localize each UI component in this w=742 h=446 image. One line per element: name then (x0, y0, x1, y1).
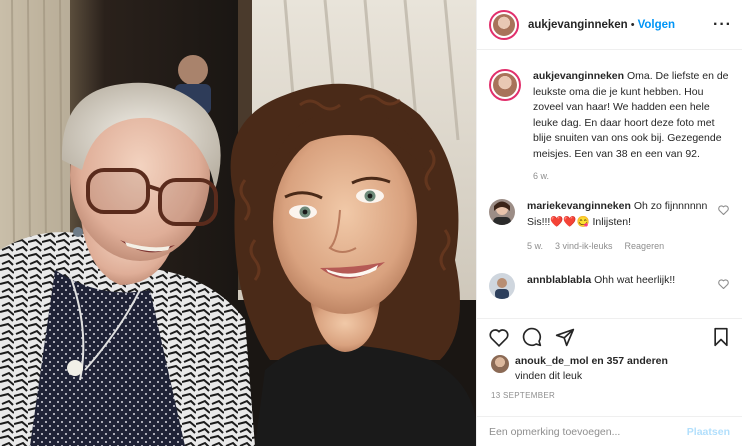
post-sidebar: aukjevanginneken • Volgen ··· aukjevangi… (476, 0, 742, 446)
post-comment-button[interactable]: Plaatsen (687, 426, 730, 438)
selfie-image (0, 0, 476, 446)
comment-text: annblablabla Ohh wat heerlijk!! (527, 273, 718, 289)
comment-age[interactable]: 5 w. (527, 239, 543, 255)
comment-likes[interactable]: 3 vind-ik-leuks (555, 239, 613, 255)
author-username[interactable]: aukjevanginneken (528, 19, 628, 31)
follow-button[interactable]: Volgen (638, 19, 675, 31)
post-photo[interactable] (0, 0, 476, 446)
add-comment-bar: Plaatsen (477, 416, 742, 446)
comment-like-heart-icon[interactable] (718, 278, 730, 299)
caption-body: Oma. De liefste en de leukste oma die je… (533, 70, 729, 160)
action-bar (477, 318, 742, 358)
caption: aukjevanginneken Oma. De liefste en de l… (489, 51, 730, 181)
liker-username[interactable]: anouk_de_mol (515, 355, 589, 367)
comment-username[interactable]: mariekevanginneken (527, 200, 631, 212)
comment-item: mariekevanginneken Oh zo fijnnnnnn Sis!!… (489, 199, 730, 255)
post-date[interactable]: 13 SEPTEMBER (491, 391, 555, 400)
separator-dot: • (630, 18, 635, 31)
comment-body: Ohh wat heerlijk!! (594, 273, 676, 286)
caption-age[interactable]: 6 w. (533, 171, 730, 181)
share-send-icon[interactable] (555, 327, 575, 350)
caption-username[interactable]: aukjevanginneken (533, 70, 624, 82)
caption-text: aukjevanginneken Oma. De liefste en de l… (533, 69, 730, 162)
comment-avatar[interactable] (489, 199, 515, 225)
reply-button[interactable]: Reageren (625, 239, 665, 255)
post-header: aukjevanginneken • Volgen ··· (477, 0, 742, 50)
comment-meta: 5 w. 3 vind-ik-leuks Reageren (527, 239, 718, 255)
author-avatar[interactable] (489, 9, 519, 40)
comment-avatar[interactable] (489, 272, 515, 299)
liker-avatar[interactable] (491, 355, 509, 373)
likes-summary: anouk_de_mol en 357 anderen vinden dit l… (491, 354, 732, 384)
comment-input[interactable] (489, 425, 687, 438)
more-horizontal-icon[interactable]: ··· (713, 16, 732, 34)
comment-item: annblablabla Ohh wat heerlijk!! (489, 272, 730, 299)
caption-avatar[interactable] (489, 69, 521, 101)
comments-list[interactable]: aukjevanginneken Oma. De liefste en de l… (477, 51, 742, 317)
likes-suffix: vinden dit leuk (515, 370, 583, 382)
comment-bubble-icon[interactable] (522, 327, 542, 350)
comment-text: mariekevanginneken Oh zo fijnnnnnn Sis!!… (527, 199, 718, 230)
save-bookmark-icon[interactable] (712, 327, 730, 350)
comment-like-heart-icon[interactable] (718, 205, 730, 255)
likes-others[interactable]: en 357 anderen (591, 355, 667, 367)
like-heart-icon[interactable] (489, 328, 509, 350)
comment-username[interactable]: annblablabla (527, 274, 591, 286)
